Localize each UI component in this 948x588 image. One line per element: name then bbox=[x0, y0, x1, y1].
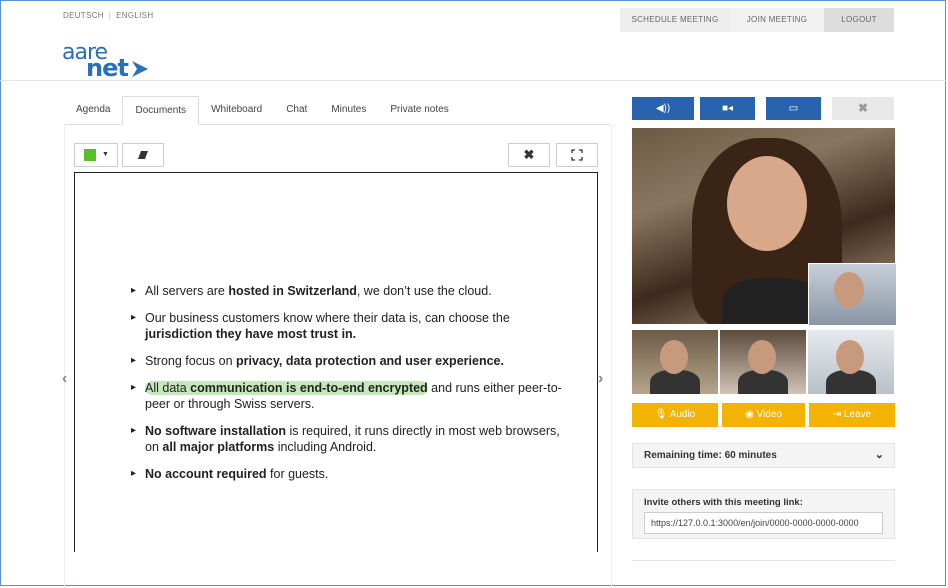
fullscreen-icon bbox=[571, 149, 583, 161]
sidebar-divider bbox=[632, 560, 895, 561]
logo-arrow-icon bbox=[132, 61, 148, 77]
logo-text-net: net bbox=[86, 54, 129, 82]
toggle-audio-button[interactable]: ◀)) bbox=[632, 97, 694, 120]
lang-separator: | bbox=[108, 11, 112, 20]
chevron-down-icon: ⌄ bbox=[874, 449, 884, 461]
video-button[interactable]: ◉ Video bbox=[722, 403, 805, 427]
tab-chat[interactable]: Chat bbox=[274, 96, 319, 124]
monitor-icon: ▭ bbox=[788, 103, 799, 114]
document-slide: All servers are hosted in Switzerland, w… bbox=[74, 172, 598, 552]
bullet-6: No account required for guests. bbox=[131, 466, 571, 482]
caret-down-icon: ▼ bbox=[102, 151, 109, 158]
aarenet-logo[interactable]: aare net bbox=[62, 40, 152, 82]
meeting-link-field[interactable] bbox=[644, 512, 883, 534]
top-nav: SCHEDULE MEETING JOIN MEETING LOGOUT bbox=[620, 8, 894, 32]
pen-color-picker[interactable]: ▼ bbox=[74, 143, 118, 167]
invite-box: Invite others with this meeting link: bbox=[632, 489, 895, 539]
thumb-face bbox=[836, 340, 864, 374]
leave-button[interactable]: ⇥ Leave bbox=[809, 403, 895, 427]
participant-shirt bbox=[722, 278, 822, 324]
participant-thumbnail-1[interactable] bbox=[632, 330, 718, 394]
audio-button[interactable]: 🎙 Audio bbox=[632, 403, 718, 427]
logout-button[interactable]: LOGOUT bbox=[824, 8, 894, 32]
tab-bar: Agenda Documents Whiteboard Chat Minutes… bbox=[64, 96, 610, 125]
color-swatch bbox=[84, 149, 96, 161]
participant-thumbnail-3[interactable] bbox=[808, 330, 894, 394]
close-document-button[interactable]: ✖ bbox=[508, 143, 550, 167]
next-page-icon[interactable]: › bbox=[598, 370, 603, 388]
slide-bullets: All servers are hosted in Switzerland, w… bbox=[131, 283, 571, 493]
schedule-meeting-button[interactable]: SCHEDULE MEETING bbox=[620, 8, 730, 32]
previous-page-icon[interactable]: ‹ bbox=[62, 370, 67, 388]
speaker-icon: ◀)) bbox=[655, 103, 671, 114]
language-switch: DEUTSCH | ENGLISH bbox=[63, 11, 153, 20]
tab-minutes[interactable]: Minutes bbox=[319, 96, 378, 124]
header-divider bbox=[0, 80, 946, 81]
camera-icon: ■◂ bbox=[721, 103, 734, 114]
share-screen-button[interactable]: ▭ bbox=[766, 97, 828, 120]
highlight-annotation: All data communication is end-to-end enc… bbox=[145, 381, 428, 395]
invite-label: Invite others with this meeting link: bbox=[644, 497, 803, 508]
tab-documents[interactable]: Documents bbox=[122, 96, 200, 125]
lang-deutsch[interactable]: DEUTSCH bbox=[63, 11, 104, 20]
tab-whiteboard[interactable]: Whiteboard bbox=[199, 96, 274, 124]
eraser-icon bbox=[138, 151, 148, 159]
remaining-time-dropdown[interactable]: Remaining time: 60 minutes ⌄ bbox=[632, 443, 895, 468]
join-meeting-button[interactable]: JOIN MEETING bbox=[730, 8, 824, 32]
bullet-1: All servers are hosted in Switzerland, w… bbox=[131, 283, 571, 299]
close-icon: ✖ bbox=[857, 101, 869, 115]
bullet-2: Our business customers know where their … bbox=[131, 310, 571, 342]
remaining-time-text: Remaining time: 60 minutes bbox=[644, 450, 777, 461]
thumb-face bbox=[748, 340, 776, 374]
bullet-4: All data communication is end-to-end enc… bbox=[131, 380, 571, 412]
bullet-5: No software installation is required, it… bbox=[131, 423, 571, 455]
participant-face bbox=[727, 156, 807, 251]
eraser-button[interactable] bbox=[122, 143, 164, 167]
self-face bbox=[834, 272, 864, 308]
fullscreen-button[interactable] bbox=[556, 143, 598, 167]
lang-english[interactable]: ENGLISH bbox=[116, 11, 153, 20]
bullet-3: Strong focus on privacy, data protection… bbox=[131, 353, 571, 369]
thumb-face bbox=[660, 340, 688, 374]
participant-thumbnail-2[interactable] bbox=[720, 330, 806, 394]
self-view-video[interactable] bbox=[808, 263, 896, 325]
close-video-button[interactable]: ✖ bbox=[832, 97, 894, 120]
toggle-camera-button[interactable]: ■◂ bbox=[700, 97, 762, 120]
tab-agenda[interactable]: Agenda bbox=[64, 96, 122, 124]
tab-private-notes[interactable]: Private notes bbox=[378, 96, 460, 124]
